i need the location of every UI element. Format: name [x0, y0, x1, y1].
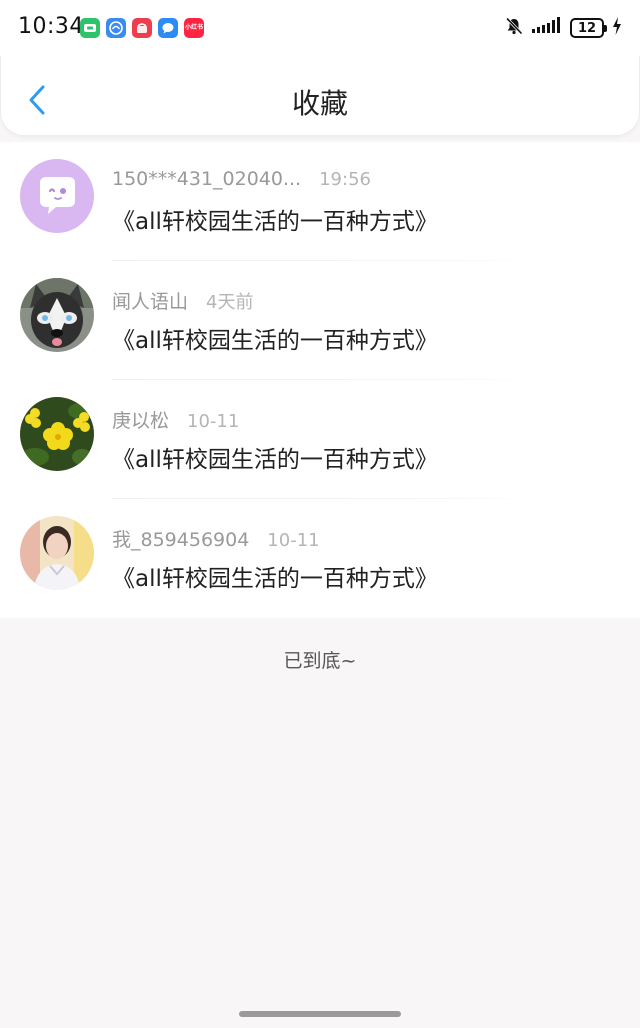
item-title[interactable]: 《all轩校园生活的一百种方式》: [112, 559, 438, 593]
page-title: 收藏: [291, 87, 348, 120]
message-app-icon: [158, 18, 178, 38]
item-meta: 闻人语山 4天前: [112, 287, 253, 314]
item-title[interactable]: 《all轩校园生活的一百种方式》: [112, 440, 438, 474]
list-item[interactable]: 庚以松 10-11 《all轩校园生活的一百种方式》: [0, 380, 640, 499]
username[interactable]: 150***431_02040...: [112, 168, 301, 190]
list-item[interactable]: 我_859456904 10-11 《all轩校园生活的一百种方式》: [0, 499, 640, 618]
avatar[interactable]: [20, 159, 94, 233]
timestamp: 4天前: [206, 292, 254, 313]
list-item[interactable]: 闻人语山 4天前 《all轩校园生活的一百种方式》: [0, 261, 640, 380]
timestamp: 10-11: [187, 411, 240, 432]
item-title[interactable]: 《all轩校园生活的一百种方式》: [112, 321, 438, 355]
timestamp: 10-11: [267, 530, 320, 551]
charging-bolt-icon: [612, 17, 622, 39]
navigation-header: 收藏: [0, 56, 640, 136]
status-time: 10:34: [18, 14, 84, 39]
favorites-list: 150***431_02040... 19:56 《all轩校园生活的一百种方式…: [0, 142, 640, 618]
avatar[interactable]: [20, 516, 94, 590]
list-item[interactable]: 150***431_02040... 19:56 《all轩校园生活的一百种方式…: [0, 142, 640, 261]
person-photo-avatar-icon: [20, 516, 94, 590]
avatar[interactable]: [20, 278, 94, 352]
home-indicator[interactable]: [239, 1011, 401, 1017]
notification-app-icons: 小红书: [80, 18, 204, 38]
mute-bell-icon: [504, 16, 524, 40]
username[interactable]: 闻人语山: [112, 287, 188, 314]
xiaohongshu-app-icon: 小红书: [184, 18, 204, 38]
avatar[interactable]: [20, 397, 94, 471]
signal-icon: [532, 17, 562, 39]
browser-app-icon: [106, 18, 126, 38]
item-title[interactable]: 《all轩校园生活的一百种方式》: [112, 202, 438, 236]
chat-bubble-avatar-icon: [20, 159, 94, 233]
username[interactable]: 庚以松: [112, 406, 169, 433]
end-of-list-text: 已到底~: [283, 650, 357, 672]
username[interactable]: 我_859456904: [112, 525, 249, 552]
timestamp: 19:56: [319, 169, 371, 190]
status-indicators: 12: [504, 16, 622, 40]
app-gallery-icon: [132, 18, 152, 38]
item-meta: 我_859456904 10-11: [112, 525, 320, 552]
husky-dog-avatar-icon: [20, 278, 94, 352]
status-bar: 10:34 小红书 12: [0, 0, 640, 56]
yellow-flower-avatar-icon: [20, 397, 94, 471]
item-meta: 庚以松 10-11: [112, 406, 239, 433]
item-meta: 150***431_02040... 19:56: [112, 168, 371, 190]
video-app-icon: [80, 18, 100, 38]
battery-indicator: 12: [570, 18, 607, 38]
